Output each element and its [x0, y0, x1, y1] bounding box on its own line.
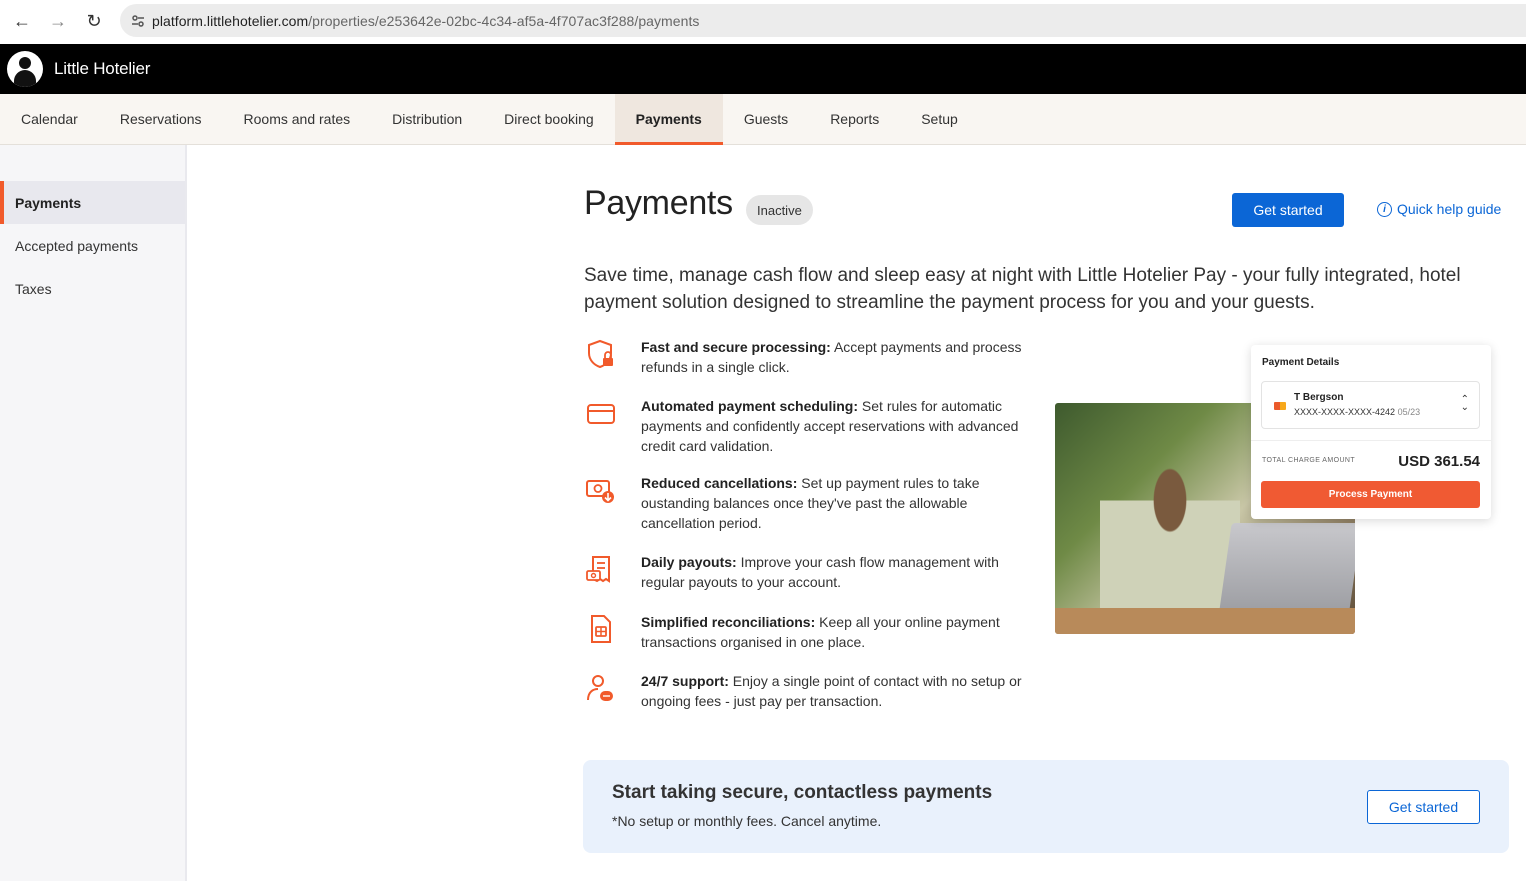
shield-lock-icon	[588, 339, 613, 369]
quick-help-guide-label: Quick help guide	[1397, 201, 1502, 217]
payment-details-title: Payment Details	[1262, 357, 1340, 368]
tab-rooms-and-rates[interactable]: Rooms and rates	[223, 94, 372, 144]
receipt-icon	[586, 556, 610, 583]
browser-toolbar: ← → ↻ platform.littlehotelier.com/proper…	[0, 0, 1526, 44]
sidebar-item-accepted-payments[interactable]: Accepted payments	[0, 224, 185, 267]
app-header: Little Hotelier	[0, 44, 1526, 94]
intro-text: Save time, manage cash flow and sleep ea…	[584, 265, 1461, 313]
process-payment-button: Process Payment	[1261, 481, 1480, 508]
feature-title: 24/7 support:	[641, 673, 729, 689]
cta-banner: Start taking secure, contactless payment…	[583, 760, 1509, 853]
status-badge: Inactive	[746, 195, 813, 225]
tab-payments[interactable]: Payments	[614, 94, 723, 145]
sidebar: Payments Accepted payments Taxes	[0, 145, 187, 881]
card-number: XXXX-XXXX-XXXX-4242 05/23	[1294, 407, 1421, 417]
page-title: Payments	[584, 184, 733, 222]
tab-reservations[interactable]: Reservations	[99, 94, 223, 144]
feature-title: Reduced cancellations:	[641, 475, 798, 491]
document-icon	[591, 615, 611, 643]
tab-direct-booking[interactable]: Direct booking	[483, 94, 615, 144]
url-text: platform.littlehotelier.com/properties/e…	[152, 12, 700, 29]
sidebar-item-taxes[interactable]: Taxes	[0, 267, 185, 310]
feature-title: Daily payouts:	[641, 554, 737, 570]
cta-get-started-button[interactable]: Get started	[1367, 790, 1480, 824]
total-charge-value: USD 361.54	[1398, 453, 1480, 470]
quick-help-guide-link[interactable]: i Quick help guide	[1377, 201, 1501, 217]
site-settings-icon[interactable]	[120, 13, 152, 29]
mastercard-icon	[1274, 402, 1286, 410]
tab-distribution[interactable]: Distribution	[371, 94, 483, 144]
avatar[interactable]	[7, 51, 43, 87]
address-bar[interactable]: platform.littlehotelier.com/properties/e…	[120, 4, 1526, 37]
back-arrow-icon[interactable]: ←	[9, 8, 35, 34]
chevron-updown-icon: ⌃ ⌄	[1460, 394, 1469, 413]
info-icon: i	[1377, 201, 1392, 217]
credit-card-icon	[587, 404, 615, 424]
card-holder-name: T Bergson	[1294, 392, 1344, 403]
payment-details-card: Payment Details T Bergson XXXX-XXXX-XXXX…	[1251, 345, 1491, 519]
tab-reports[interactable]: Reports	[809, 94, 900, 144]
tab-guests[interactable]: Guests	[723, 94, 809, 144]
main-nav-tabs: Calendar Reservations Rooms and rates Di…	[0, 94, 1526, 145]
total-charge-label: TOTAL CHARGE AMOUNT	[1262, 457, 1356, 464]
get-started-button[interactable]: Get started	[1232, 193, 1344, 227]
tab-calendar[interactable]: Calendar	[0, 94, 99, 144]
tab-setup[interactable]: Setup	[900, 94, 979, 144]
forward-arrow-icon[interactable]: →	[45, 8, 71, 34]
app-name: Little Hotelier	[54, 59, 151, 78]
sidebar-item-payments[interactable]: Payments	[0, 181, 185, 224]
cash-download-icon	[586, 480, 614, 503]
card-selector: T Bergson XXXX-XXXX-XXXX-4242 05/23 ⌃ ⌄	[1261, 381, 1480, 429]
feature-title: Fast and secure processing:	[641, 339, 831, 355]
cta-subtitle: *No setup or monthly fees. Cancel anytim…	[612, 813, 882, 829]
feature-title: Simplified reconciliations:	[641, 614, 816, 630]
support-chat-icon	[587, 675, 613, 701]
feature-title: Automated payment scheduling:	[641, 398, 859, 414]
reload-icon[interactable]: ↻	[81, 8, 107, 34]
cta-title: Start taking secure, contactless payment…	[612, 782, 993, 803]
